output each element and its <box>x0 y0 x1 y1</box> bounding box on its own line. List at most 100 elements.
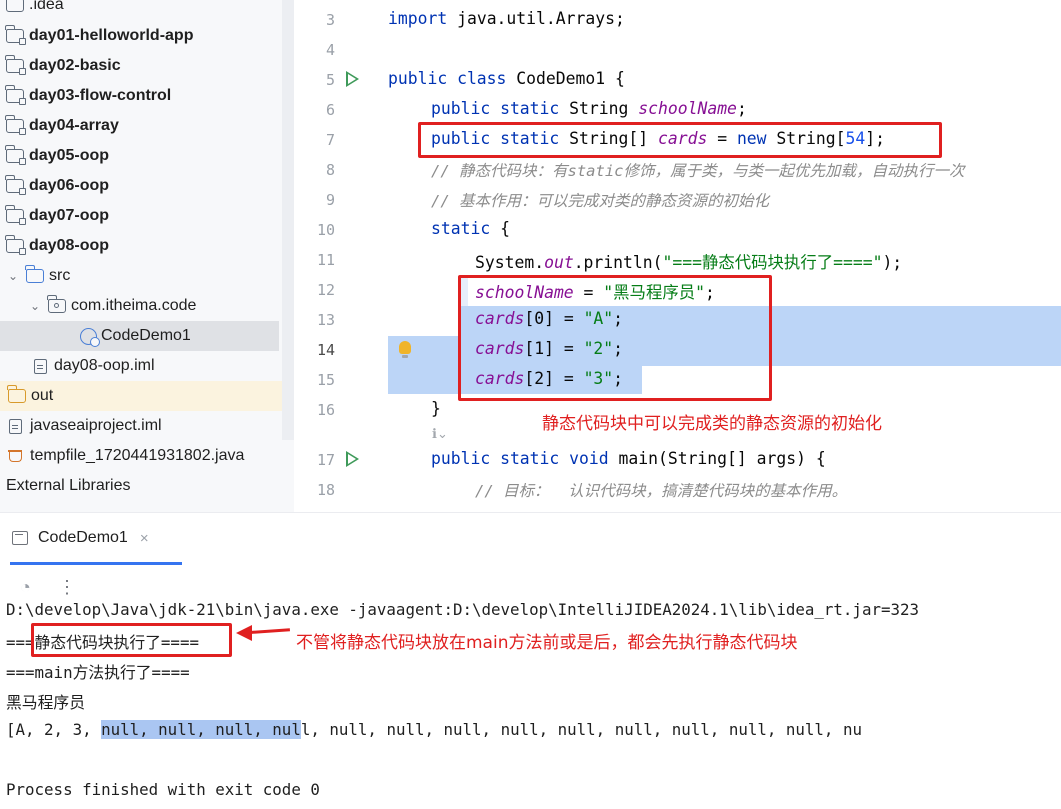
line-number: 9 <box>325 191 335 209</box>
code-line-8: // 静态代码块：有static修饰，属于类，与类一起优先加载，自动执行一次 <box>431 162 965 180</box>
module-folder-icon <box>5 235 26 255</box>
tree-item-idea[interactable]: .idea <box>0 0 294 20</box>
annotation-arrow-line <box>249 628 291 634</box>
run-tab-label: CodeDemo1 <box>38 529 128 546</box>
line-number: 6 <box>325 101 335 119</box>
line-number: 11 <box>316 251 335 269</box>
line-number: 5 <box>325 71 335 89</box>
project-tree: .idea day01-helloworld-app day02-basic d… <box>0 0 294 512</box>
line-number: 8 <box>325 161 335 179</box>
tree-item-label: day01-helloworld-app <box>29 27 194 44</box>
lightbulb-icon[interactable] <box>399 341 411 358</box>
code-line-11: System.out.println("===静态代码块执行了===="); <box>475 253 903 272</box>
tree-item-label: day07-oop <box>29 207 110 224</box>
annotation-text-init: 静态代码块中可以完成类的静态资源的初始化 <box>542 414 882 434</box>
console-exit-line: Process finished with exit code 0 <box>6 780 320 799</box>
module-folder-icon <box>5 145 26 165</box>
code-line-16: } <box>431 399 441 418</box>
module-folder-icon <box>5 175 26 195</box>
folder-icon <box>6 0 24 12</box>
line-number: 12 <box>316 281 335 299</box>
tree-item-day04[interactable]: day04-array <box>0 111 294 141</box>
close-tab-icon[interactable]: × <box>140 530 149 547</box>
tree-item-label: tempfile_1720441931802.java <box>30 447 245 464</box>
code-line-17: public static void main(String[] args) { <box>431 449 826 468</box>
tree-item-project-iml[interactable]: javaseaiproject.iml <box>0 411 294 441</box>
tree-item-label: .idea <box>29 0 64 13</box>
code-line-9: // 基本作用：可以完成对类的静态资源的初始化 <box>431 192 769 210</box>
line-number: 3 <box>325 11 335 29</box>
module-folder-icon <box>5 85 26 105</box>
run-panel: CodeDemo1 × ◔ ⋮ D:\develop\Java\jdk-21\b… <box>0 512 1061 809</box>
tree-scrollbar[interactable] <box>282 0 294 440</box>
source-folder-icon <box>25 265 44 283</box>
line-number: 4 <box>325 41 335 59</box>
tree-item-label: day02-basic <box>29 57 121 74</box>
tree-item-src[interactable]: ⌄ src <box>0 261 294 291</box>
line-number: 7 <box>325 131 335 149</box>
tree-item-codedemo1[interactable]: CodeDemo1 <box>0 321 279 351</box>
restart-icon[interactable]: ◔ <box>20 577 31 598</box>
console-line-schoolname: 黑马程序员 <box>6 693 85 712</box>
code-line-5: public class CodeDemo1 { <box>388 69 625 88</box>
line-number: 14 <box>316 341 335 359</box>
active-tab-indicator <box>10 562 182 565</box>
tree-item-label: com.itheima.code <box>71 297 197 314</box>
module-folder-icon <box>5 115 26 135</box>
tree-item-tempfile[interactable]: tempfile_1720441931802.java <box>0 441 294 471</box>
usage-hint-icon[interactable]: ℹ⌄ <box>432 426 448 442</box>
tree-item-day02[interactable]: day02-basic <box>0 51 294 81</box>
tree-item-iml[interactable]: day08-oop.iml <box>0 351 294 381</box>
module-folder-icon <box>5 205 26 225</box>
tree-item-label: javaseaiproject.iml <box>30 417 162 434</box>
tree-item-external-libraries[interactable]: External Libraries <box>0 471 294 501</box>
run-main-icon[interactable] <box>346 451 359 467</box>
tree-item-label: day03-flow-control <box>29 87 172 104</box>
run-class-icon[interactable] <box>346 71 359 87</box>
annotation-box-output <box>31 623 232 657</box>
module-folder-icon <box>5 55 26 75</box>
console-command-line: D:\develop\Java\jdk-21\bin\java.exe -jav… <box>6 600 920 619</box>
code-line-6: public static String schoolName; <box>431 99 747 118</box>
code-line-10: static { <box>431 219 510 238</box>
code-line-3: import java.util.Arrays; <box>388 9 625 28</box>
java-file-icon <box>8 448 24 464</box>
annotation-box-cards <box>418 122 942 158</box>
line-number: 18 <box>316 481 335 499</box>
tree-item-day01[interactable]: day01-helloworld-app <box>0 21 294 51</box>
tree-item-label: src <box>49 267 71 284</box>
tree-item-label: day05-oop <box>29 147 110 164</box>
tree-item-day07[interactable]: day07-oop <box>0 201 294 231</box>
code-line-18: // 目标： 认识代码块，搞清楚代码块的基本作用。 <box>475 482 848 500</box>
chevron-down-icon[interactable]: ⌄ <box>30 299 40 313</box>
line-number: 13 <box>316 311 335 329</box>
tree-item-label: CodeDemo1 <box>101 327 191 344</box>
tree-item-day06[interactable]: day06-oop <box>0 171 294 201</box>
iml-file-icon <box>34 358 47 374</box>
line-number: 15 <box>316 371 335 389</box>
tree-item-day03[interactable]: day03-flow-control <box>0 81 294 111</box>
tree-item-label: day08-oop.iml <box>54 357 155 374</box>
tree-item-label: out <box>31 387 54 404</box>
tree-item-day05[interactable]: day05-oop <box>0 141 294 171</box>
tree-item-label: day04-array <box>29 117 119 134</box>
code-editor[interactable]: 3 4 5 6 7 8 9 10 11 12 13 14 15 16 17 18… <box>294 0 1061 512</box>
line-number: 16 <box>316 401 335 419</box>
line-number: 17 <box>316 451 335 469</box>
line-number: 10 <box>316 221 335 239</box>
annotation-box-static-block <box>458 275 772 401</box>
tree-item-day08[interactable]: day08-oop <box>0 231 294 261</box>
more-options-icon[interactable]: ⋮ <box>58 577 76 598</box>
tree-item-out[interactable]: out <box>0 381 294 411</box>
console-line-array: [A, 2, 3, null, null, null, null, null, … <box>6 720 862 739</box>
run-tab[interactable]: CodeDemo1 × <box>12 523 149 553</box>
iml-file-icon <box>9 418 22 434</box>
tree-item-package[interactable]: ⌄ com.itheima.code <box>0 291 294 321</box>
tree-item-label: day08-oop <box>29 237 110 254</box>
console-line-main: ===main方法执行了==== <box>6 663 190 682</box>
class-icon <box>80 327 100 347</box>
chevron-down-icon[interactable]: ⌄ <box>8 269 18 283</box>
excluded-folder-icon <box>7 385 26 403</box>
tree-item-label: day06-oop <box>29 177 110 194</box>
tree-item-label: External Libraries <box>6 477 131 494</box>
